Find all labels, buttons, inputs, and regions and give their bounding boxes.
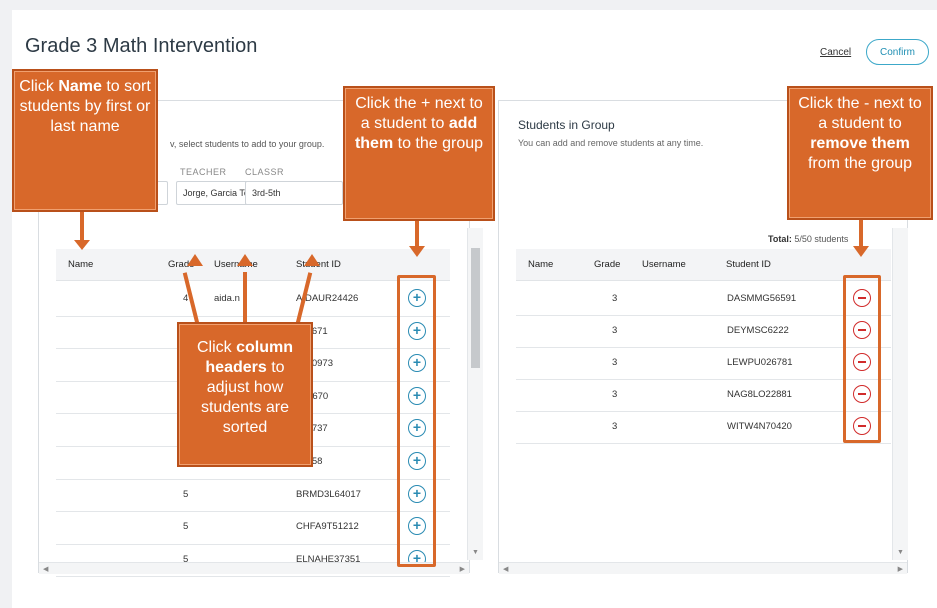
left-table-header: Name Grade Username Student ID: [56, 249, 450, 281]
row-divider: [516, 347, 891, 348]
student-id-cell: NAG8LO22881: [727, 389, 792, 400]
row-divider: [56, 543, 450, 545]
student-id-cell: CHFA9T51212: [296, 521, 359, 533]
callout-add-students: Click the + next to a student to add the…: [343, 86, 495, 221]
row-divider: [516, 411, 891, 412]
scroll-down-icon[interactable]: ▼: [472, 549, 479, 556]
arrow-to-grade-header-head: [187, 254, 203, 266]
total-count: Total: 5/50 students: [768, 234, 848, 244]
grade-cell: 5: [183, 521, 189, 533]
arrow-to-add-buttons: [415, 220, 419, 248]
class-select[interactable]: 3rd-5th: [245, 181, 343, 205]
scroll-down-icon[interactable]: ▼: [897, 549, 904, 556]
column-header-username[interactable]: Username: [642, 259, 686, 270]
student-id-cell: DEYMSC6222: [727, 325, 789, 336]
column-header-grade[interactable]: Grade: [594, 259, 620, 270]
arrow-to-name-header-head: [74, 240, 90, 250]
arrow-to-name-header: [80, 211, 84, 241]
callout-text: Click the - next to a student to: [798, 95, 922, 132]
arrow-to-remove-buttons-head: [853, 246, 869, 257]
callout-text: Click: [196, 339, 232, 356]
arrow-to-username-header: [243, 272, 247, 324]
callout-text: to the group: [397, 135, 484, 152]
column-header-name[interactable]: Name: [528, 259, 553, 270]
page-title: Grade 3 Math Intervention: [25, 35, 258, 57]
callout-sort-by-name: Click Name to sort students by first or …: [12, 69, 158, 212]
student-id-cell: LEWPU026781: [727, 357, 793, 368]
right-table-header: Name Grade Username Student ID: [516, 249, 891, 281]
student-id-cell: DASMMG56591: [727, 293, 797, 304]
arrow-to-remove-buttons: [859, 219, 863, 247]
right-vertical-scrollbar[interactable]: ▼: [892, 228, 908, 560]
callout-bold: Name: [58, 78, 102, 95]
class-select-value: 3rd-5th: [252, 188, 281, 198]
scroll-right-icon[interactable]: ▶: [460, 565, 465, 573]
username-cell: aida.n: [214, 293, 240, 304]
column-header-name[interactable]: Name: [68, 259, 93, 270]
row-divider: [56, 511, 450, 513]
row-divider: [516, 379, 891, 380]
total-label: Total:: [768, 234, 792, 244]
teacher-filter-label: TEACHER: [180, 167, 227, 177]
callout-remove-students: Click the - next to a student to remove …: [787, 86, 933, 220]
grade-cell: 5: [183, 488, 189, 500]
class-filter-label: CLASSR: [245, 167, 285, 177]
left-scroll-thumb[interactable]: [471, 248, 480, 368]
row-divider: [516, 315, 891, 316]
group-subtitle: You can add and remove students at any t…: [518, 138, 704, 148]
grade-cell: 3: [612, 325, 618, 336]
student-id-cell: BRMD3L64017: [296, 488, 361, 500]
arrow-to-studentid-header-head: [304, 254, 320, 266]
scroll-left-icon[interactable]: ◀: [503, 565, 508, 573]
row-divider: [56, 576, 450, 578]
arrow-to-username-header-head: [237, 254, 253, 266]
confirm-button[interactable]: Confirm: [866, 39, 929, 65]
grade-cell: 3: [612, 421, 618, 432]
grade-cell: 3: [612, 357, 618, 368]
left-vertical-scrollbar[interactable]: ▼: [467, 228, 483, 560]
grade-cell: 3: [612, 389, 618, 400]
total-value: 5/50 students: [794, 234, 849, 244]
grade-cell: 3: [612, 293, 618, 304]
right-horizontal-scrollbar[interactable]: ◀ ▶: [499, 562, 907, 574]
arrow-to-add-buttons-head: [409, 246, 425, 257]
student-id-cell: WITW4N70420: [727, 421, 792, 432]
scroll-left-icon[interactable]: ◀: [43, 565, 48, 573]
row-divider: [56, 315, 450, 317]
scroll-right-icon[interactable]: ▶: [898, 565, 903, 573]
row-divider: [56, 478, 450, 480]
group-title: Students in Group: [518, 118, 615, 132]
left-instruction: v, select students to add to your group.: [170, 139, 325, 149]
callout-column-headers: Click column headers to adjust how stude…: [177, 322, 313, 467]
remove-buttons-highlight: [843, 275, 881, 443]
callout-text: from the group: [807, 155, 913, 172]
row-divider: [516, 443, 891, 444]
callout-bold: remove them: [810, 135, 910, 152]
add-buttons-highlight: [397, 275, 436, 567]
column-header-student-id[interactable]: Student ID: [726, 259, 771, 270]
cancel-link[interactable]: Cancel: [820, 47, 851, 58]
callout-text: Click: [19, 78, 54, 95]
